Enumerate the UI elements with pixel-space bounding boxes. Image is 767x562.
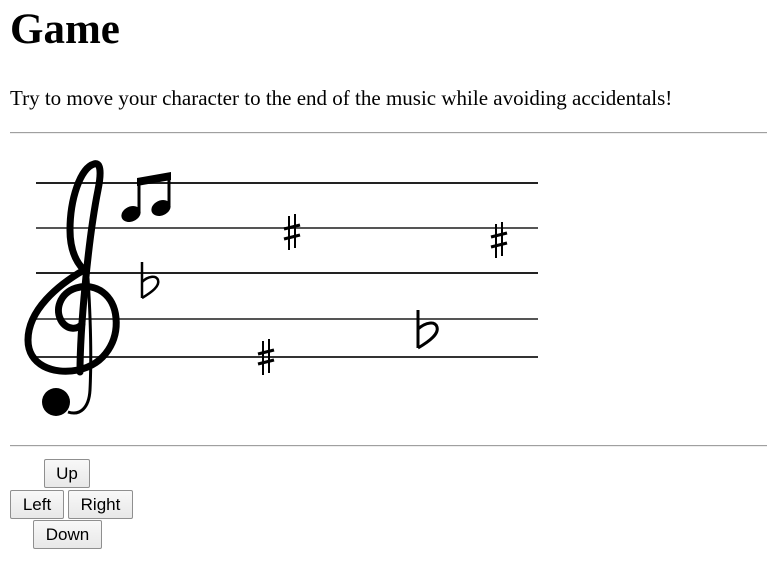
divider-top [10, 132, 767, 134]
game-page: Game Try to move your character to the e… [0, 0, 767, 562]
flat-icon [140, 262, 160, 300]
left-button[interactable]: Left [10, 490, 64, 519]
flat-icon [416, 310, 439, 350]
up-button[interactable]: Up [44, 459, 90, 488]
music-staff [18, 150, 558, 430]
beamed-eighth-notes-icon [121, 172, 171, 223]
right-button[interactable]: Right [68, 490, 133, 519]
staff-lines [36, 182, 538, 358]
divider-bottom [10, 445, 767, 447]
treble-clef-icon [24, 160, 120, 416]
player-character[interactable] [119, 172, 173, 225]
down-button[interactable]: Down [33, 520, 102, 549]
page-title: Game [10, 6, 120, 53]
instructions-text: Try to move your character to the end of… [10, 86, 673, 110]
sharp-icon [283, 214, 301, 250]
